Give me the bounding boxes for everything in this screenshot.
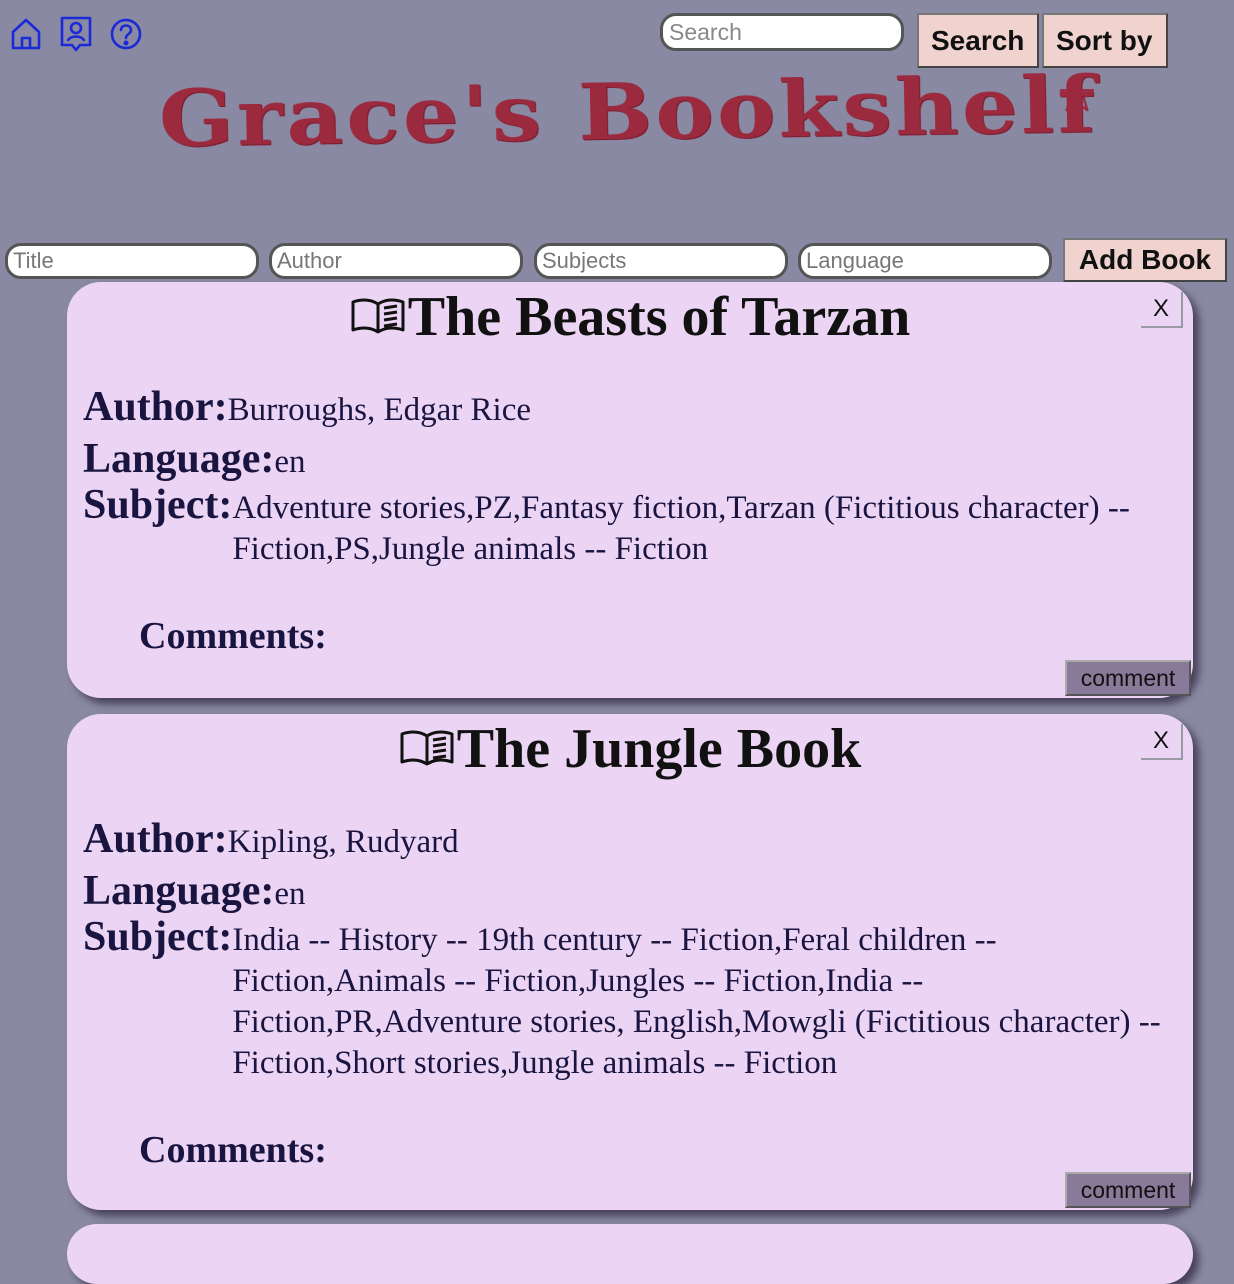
language-input[interactable] [798,243,1052,279]
help-icon[interactable] [108,14,144,54]
book-title: The Beasts of Tarzan [83,284,1177,355]
book-card [67,1224,1193,1284]
author-value: Burroughs, Edgar Rice [227,392,532,429]
language-value: en [274,444,306,481]
author-field: Author: Kipling, Rudyard [83,816,1177,863]
language-label: Language: [83,436,275,483]
subject-value: Adventure stories,PZ,Fantasy fiction,Tar… [232,490,1130,568]
add-book-button[interactable]: Add Book [1063,238,1227,282]
subjects-input[interactable] [534,243,788,279]
subject-field: Subject: India -- History -- 19th centur… [83,914,1177,1084]
language-value: en [274,876,306,913]
language-label: Language: [83,868,275,915]
comment-button[interactable]: comment [1065,660,1191,696]
author-value: Kipling, Rudyard [227,824,459,861]
top-nav [8,14,144,54]
book-title: The Jungle Book [83,716,1177,787]
subject-value: India -- History -- 19th century -- Fict… [232,922,1161,1082]
author-label: Author: [83,816,228,863]
search-input[interactable] [660,13,904,51]
author-field: Author: Burroughs, Edgar Rice [83,384,1177,431]
home-icon[interactable] [8,14,44,54]
site-logo: Grace's Bookshelf [158,59,1108,186]
subject-label: Subject: [83,482,233,529]
book-title-text: The Jungle Book [456,718,862,780]
subject-label: Subject: [83,914,233,961]
author-label: Author: [83,384,228,431]
book-card: The Beasts of Tarzan X Author: Burroughs… [67,282,1193,698]
subject-field: Subject: Adventure stories,PZ,Fantasy fi… [83,482,1177,570]
comment-button[interactable]: comment [1065,1172,1191,1208]
close-button[interactable]: X [1141,724,1183,760]
logo-text: Grace's Bookshelf [158,59,1100,165]
open-book-icon [350,285,406,351]
star-icon [1059,77,1095,112]
book-title-text: The Beasts of Tarzan [407,286,911,348]
book-card: The Jungle Book X Author: Kipling, Rudya… [67,714,1193,1210]
title-input[interactable] [5,243,259,279]
profile-icon[interactable] [58,14,94,54]
language-field: Language: en [83,436,1177,483]
comments-label: Comments: [139,615,327,658]
close-button[interactable]: X [1141,292,1183,328]
language-field: Language: en [83,868,1177,915]
open-book-icon [399,717,455,783]
author-input[interactable] [269,243,523,279]
comments-label: Comments: [139,1129,327,1172]
